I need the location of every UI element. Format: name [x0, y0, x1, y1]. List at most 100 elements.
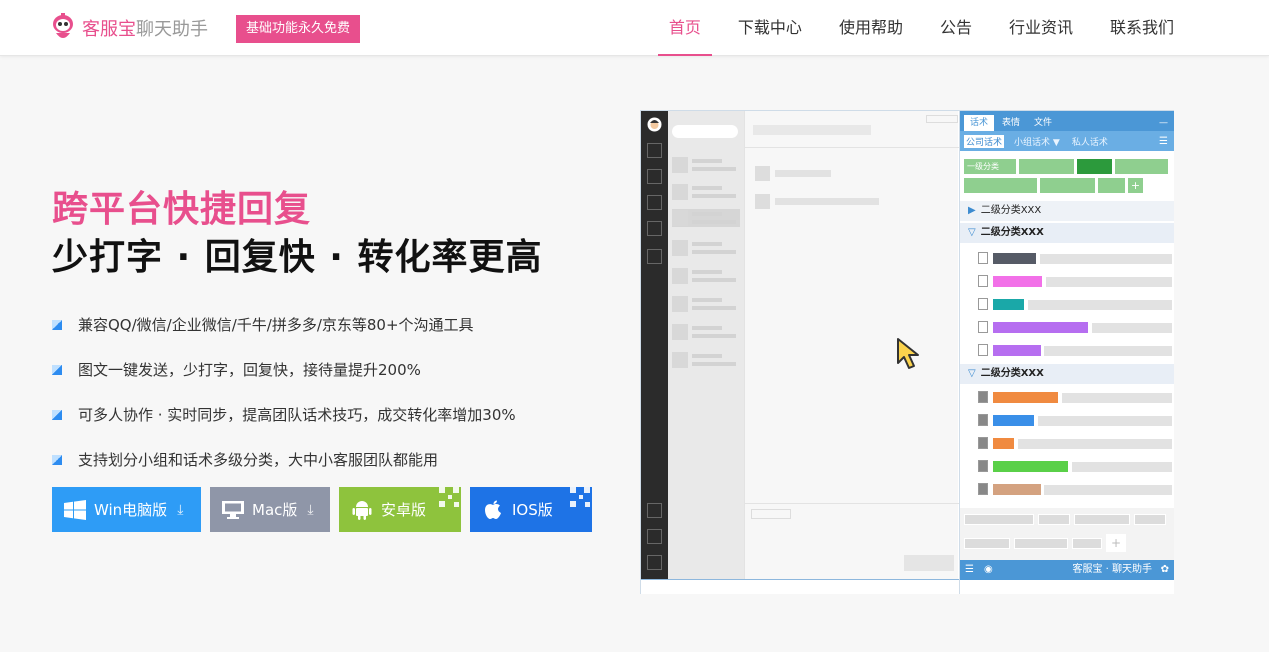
mockup-sidebar: [641, 111, 668, 579]
tab-emoji[interactable]: 表情: [996, 115, 1026, 131]
mockup-message-avatar: [755, 194, 770, 209]
image-item[interactable]: [978, 391, 1172, 404]
windows-icon: [64, 499, 88, 520]
tab-scripts[interactable]: 话术: [964, 115, 995, 131]
mockup-contact-row: [672, 267, 740, 285]
mockup-sidebar-icon: [647, 143, 662, 158]
mockup-chat-title: [753, 125, 871, 135]
image-icon: [978, 414, 988, 426]
image-item[interactable]: [978, 460, 1172, 473]
minimize-icon[interactable]: —: [1159, 115, 1168, 131]
mockup-sidebar-icon: [647, 555, 662, 570]
image-icon: [978, 460, 988, 472]
avatar: [647, 117, 662, 132]
android-icon: [351, 500, 375, 520]
script-title-bar: [993, 276, 1042, 287]
mascot-icon: [50, 13, 76, 43]
mockup-chat-area: [744, 111, 959, 579]
group-name: 二级分类XXX: [980, 368, 1044, 379]
category-item[interactable]: [1040, 178, 1095, 193]
download-arrow-icon: ⤓: [177, 501, 184, 518]
script-item[interactable]: [978, 344, 1172, 357]
subtab-company[interactable]: 公司话术: [964, 134, 1005, 148]
nav-contact[interactable]: 联系我们: [1110, 0, 1174, 56]
download-ios-label: IOS版: [512, 501, 553, 519]
download-android-button[interactable]: 安卓版: [339, 487, 461, 532]
reply-panel: 话术 表情 文件 — 公司话术 小组话术 ▼ 私人话术 ☰ 一级分类 + ▶ 二级…: [959, 111, 1174, 594]
document-icon: [978, 321, 988, 333]
reply-panel-footer: ☰ ◉ 客服宝 · 聊天助手 ✿: [960, 560, 1174, 580]
category-item[interactable]: [1115, 159, 1168, 174]
feature-list: 兼容QQ/微信/企业微信/千牛/拼多多/京东等80+个沟通工具 图文一键发送，少…: [52, 302, 516, 482]
download-buttons: Win电脑版 ⤓ Mac版 ⤓ 安卓版 IOS版: [52, 487, 601, 532]
mockup-window-controls: [926, 115, 958, 123]
nav-announcements[interactable]: 公告: [940, 0, 972, 56]
download-windows-button[interactable]: Win电脑版 ⤓: [52, 487, 201, 532]
reply-panel-tabs: 话术 表情 文件 —: [960, 111, 1174, 131]
script-item[interactable]: [978, 321, 1172, 334]
group-header[interactable]: ▶ 二级分类XXX: [960, 201, 1174, 221]
document-icon: [978, 298, 988, 310]
mockup-send-button: [904, 555, 954, 571]
image-item[interactable]: [978, 483, 1172, 496]
add-quick-action-icon[interactable]: +: [1106, 534, 1126, 552]
mockup-contact-row: [672, 295, 740, 313]
script-item[interactable]: [978, 275, 1172, 288]
mockup-contact-row: [672, 323, 740, 341]
image-title-bar: [993, 484, 1041, 495]
gear-icon[interactable]: ✿: [1161, 560, 1169, 580]
nav-download-center[interactable]: 下载中心: [738, 0, 802, 56]
image-title-bar: [993, 438, 1014, 449]
script-content-bar: [1046, 277, 1172, 287]
feature-text: 支持划分小组和话术多级分类，大中小客服团队都能用: [78, 451, 439, 469]
script-title-bar: [993, 345, 1041, 356]
add-category-icon[interactable]: +: [1128, 178, 1143, 193]
logo[interactable]: 客服宝 聊天助手: [50, 13, 208, 43]
download-ios-button[interactable]: IOS版: [470, 487, 592, 532]
feature-item: 兼容QQ/微信/企业微信/千牛/拼多多/京东等80+个沟通工具: [52, 302, 516, 347]
group-header-expanded[interactable]: ▽ 二级分类XXX: [960, 364, 1174, 384]
download-mac-button[interactable]: Mac版 ⤓: [210, 487, 330, 532]
tab-files[interactable]: 文件: [1028, 115, 1058, 131]
nav-home[interactable]: 首页: [657, 0, 712, 56]
category-first[interactable]: 一级分类: [964, 159, 1016, 174]
image-icon: [978, 391, 988, 403]
category-item[interactable]: [1098, 178, 1125, 193]
image-item[interactable]: [978, 437, 1172, 450]
subtab-group[interactable]: 小组话术 ▼: [1012, 135, 1062, 148]
image-title-bar: [993, 392, 1058, 403]
qr-code-icon[interactable]: [439, 487, 461, 509]
list-icon[interactable]: ☰: [965, 560, 974, 580]
image-content-bar: [1062, 393, 1172, 403]
script-content-bar: [1092, 323, 1172, 333]
script-item[interactable]: [978, 252, 1172, 265]
eye-icon[interactable]: ◉: [984, 560, 993, 580]
script-item[interactable]: [978, 298, 1172, 311]
hero-title: 跨平台快捷回复: [52, 189, 312, 230]
mockup-message-avatar: [755, 166, 770, 181]
mockup-sidebar-icon: [647, 249, 662, 264]
image-icon: [978, 437, 988, 449]
category-item[interactable]: [964, 178, 1037, 193]
document-icon: [978, 344, 988, 356]
quick-actions-area: +: [960, 508, 1174, 560]
mockup-sidebar-icon: [647, 503, 662, 518]
menu-icon[interactable]: ☰: [1159, 136, 1168, 147]
nav-industry-news[interactable]: 行业资讯: [1009, 0, 1073, 56]
download-windows-label: Win电脑版: [94, 501, 168, 519]
qr-code-icon[interactable]: [570, 487, 592, 509]
category-item-selected[interactable]: [1077, 159, 1112, 174]
site-header: 客服宝 聊天助手 基础功能永久免费 首页 下载中心 使用帮助 公告 行业资讯 联…: [0, 0, 1269, 56]
category-item[interactable]: [1019, 159, 1074, 174]
nav-help[interactable]: 使用帮助: [839, 0, 903, 56]
mockup-sidebar-icon: [647, 529, 662, 544]
image-item[interactable]: [978, 414, 1172, 427]
image-content-bar: [1044, 485, 1172, 495]
subtab-private[interactable]: 私人话术: [1070, 135, 1110, 148]
group-header-expanded[interactable]: ▽ 二级分类XXX: [960, 223, 1174, 243]
feature-item: 可多人协作 · 实时同步，提高团队话术技巧，成交转化率增加30%: [52, 392, 516, 437]
mockup-contact-list: [668, 111, 744, 579]
script-content-bar: [1040, 254, 1172, 264]
hero-subtitle: 少打字 · 回复快 · 转化率更高: [52, 237, 543, 278]
script-title-bar: [993, 322, 1088, 333]
